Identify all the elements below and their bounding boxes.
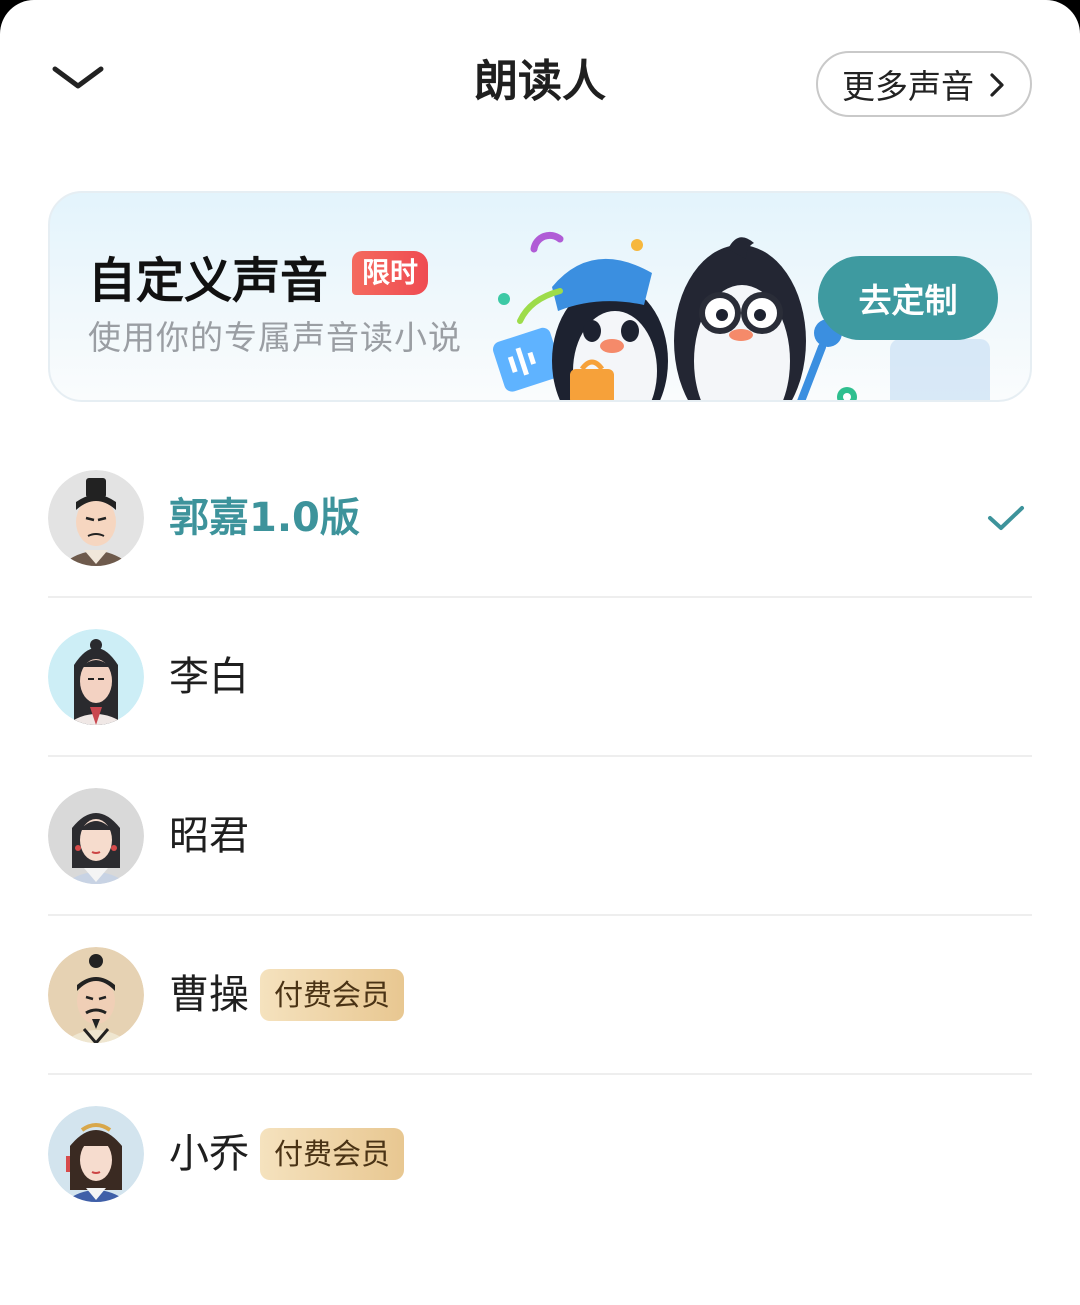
voice-item-xiaoqiao[interactable]: 小乔 付费会员 [48, 1075, 1032, 1234]
collapse-button[interactable] [50, 52, 106, 102]
voice-list: 郭嘉1.0版 李白 昭君 曹操 付费会员 小乔 付费会员 [48, 439, 1032, 1234]
voice-name: 曹操 [169, 972, 249, 1018]
voice-item-guojia[interactable]: 郭嘉1.0版 [48, 439, 1032, 598]
more-voices-label: 更多声音 [842, 67, 974, 106]
avatar [48, 947, 144, 1043]
voice-name: 郭嘉1.0版 [169, 495, 360, 541]
banner-title: 自定义声音 [88, 253, 329, 309]
avatar [48, 1106, 144, 1202]
avatar [48, 788, 144, 884]
custom-voice-banner[interactable]: 自定义声音 限时 使用你的专属声音读小说 去定制 [48, 191, 1032, 402]
more-voices-button[interactable]: 更多声音 [816, 51, 1032, 117]
avatar [48, 629, 144, 725]
voice-picker-sheet: 朗读人 更多声音 自定义声音 限时 使用你的专属声音读小说 去定制 郭嘉1.0版… [0, 0, 1080, 1305]
voice-item-caocao[interactable]: 曹操 付费会员 [48, 916, 1032, 1075]
banner-subtitle: 使用你的专属声音读小说 [88, 318, 462, 357]
voice-name: 小乔 [169, 1131, 249, 1177]
avatar [48, 470, 144, 566]
voice-name: 昭君 [169, 813, 249, 859]
voice-name: 李白 [169, 654, 249, 700]
paid-member-badge: 付费会员 [260, 1128, 405, 1180]
voice-item-zhaojun[interactable]: 昭君 [48, 757, 1032, 916]
limited-time-badge: 限时 [352, 251, 429, 295]
chevron-right-icon [990, 73, 1004, 97]
customize-button[interactable]: 去定制 [818, 256, 998, 340]
checkmark-icon [988, 506, 1024, 530]
voice-item-libai[interactable]: 李白 [48, 598, 1032, 757]
chevron-down-icon [52, 66, 104, 89]
paid-member-badge: 付费会员 [260, 969, 405, 1021]
